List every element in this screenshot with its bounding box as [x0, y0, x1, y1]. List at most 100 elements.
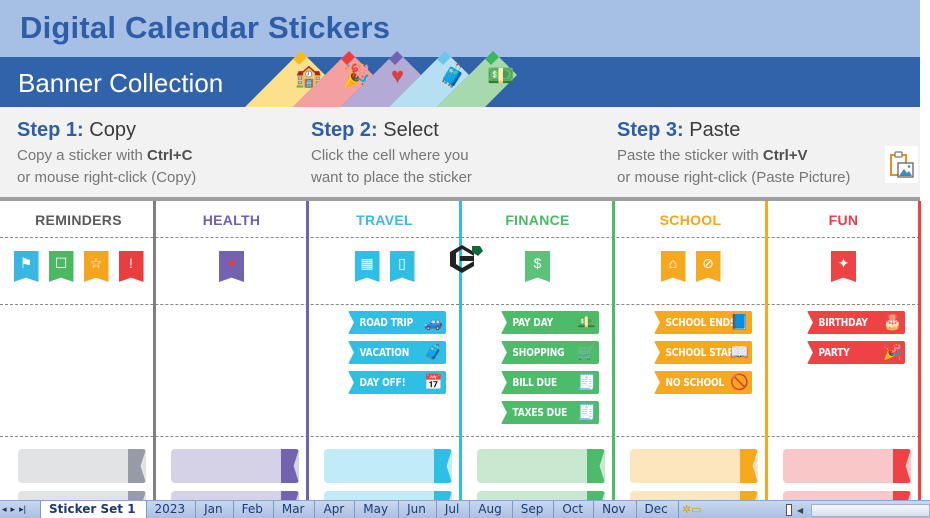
prev-sheet-button[interactable]: ◂ — [2, 502, 7, 516]
category-title: FINANCE — [505, 212, 570, 228]
banner-sticker[interactable]: NO SCHOOL 🚫 — [654, 371, 752, 394]
banner-tail — [434, 449, 452, 483]
step-3: Step 3: Paste Paste the sticker with Ctr… — [617, 119, 850, 189]
bill-icon: 🧾 — [577, 374, 596, 391]
sheet-tab-sep[interactable]: Sep — [513, 501, 555, 518]
banner-sticker-list: PAY DAY 💵 SHOPPING 🛒 BILL DUE 🧾 TAXES DUE 🧾 — [501, 311, 599, 424]
column-separator — [918, 201, 921, 504]
mini-sticker-row: ✦ — [767, 251, 920, 282]
party-popper-icon: ✦ — [837, 255, 850, 271]
blank-banner-sticker[interactable] — [171, 449, 299, 483]
calendar-icon: ▦ — [360, 255, 374, 271]
sheet-tab-2023[interactable]: 2023 — [147, 501, 197, 518]
step-label: Step 1: — [17, 119, 84, 141]
banner-label: BILL DUE — [512, 376, 558, 389]
paste-picture-icon — [889, 150, 914, 178]
heart-icon: ♥ — [227, 255, 236, 271]
cake-icon: 🎂 — [883, 314, 902, 331]
sheet-tab-jun[interactable]: Jun — [399, 501, 437, 518]
category-title: HEALTH — [202, 212, 261, 228]
sheet-tab-apr[interactable]: Apr — [315, 501, 356, 518]
step-1: Step 1: Copy Copy a sticker with Ctrl+C … — [17, 119, 196, 189]
mini-sticker[interactable]: ▯ — [389, 251, 415, 282]
blank-banner-sticker[interactable] — [783, 449, 911, 483]
banner-sticker[interactable]: TAXES DUE 🧾 — [501, 401, 599, 424]
mini-sticker[interactable]: ✦ — [831, 251, 856, 282]
sheet-tab-feb[interactable]: Feb — [234, 501, 274, 518]
blank-banner-sticker[interactable] — [477, 449, 605, 483]
banner-label: PAY DAY — [512, 316, 554, 329]
suitcase-icon: 🧳 — [424, 344, 443, 361]
cart-icon: 🛒 — [577, 344, 596, 361]
blank-banner-sticker[interactable] — [324, 449, 452, 483]
party-popper-icon: 🎉 — [883, 344, 902, 361]
banner-tail — [740, 449, 758, 483]
banner-sticker-list: ROAD TRIP 🚙 VACATION 🧳 DAY OFF! 📅 — [348, 311, 446, 394]
mini-sticker[interactable]: ☆ — [83, 251, 109, 282]
horizontal-scrollbar[interactable]: ◀ — [786, 503, 930, 517]
mini-sticker-row: ♥ — [155, 251, 308, 282]
checkbox-icon: ☐ — [54, 255, 68, 271]
blank-banner-sticker[interactable] — [630, 449, 758, 483]
insert-sheet-button[interactable]: ✲▭ — [679, 501, 705, 518]
flag-icon: ⚑ — [19, 255, 33, 271]
category-column-travel: TRAVEL ▦ ▯ ROAD TRIP 🚙 VACATION 🧳 DAY OFF! 📅 — [308, 201, 461, 518]
banner-tail — [281, 449, 299, 483]
sheet-tab-oct[interactable]: Oct — [554, 501, 595, 518]
school-building-icon: ⌂ — [668, 255, 678, 271]
shortcut-key: Ctrl+V — [762, 147, 808, 164]
step-text: want to place the sticker — [311, 169, 472, 186]
sheet-tab-jul[interactable]: Jul — [437, 501, 471, 518]
sheet-tab-jan[interactable]: Jan — [196, 501, 234, 518]
banner-tail — [587, 449, 605, 483]
mini-sticker[interactable]: ⌂ — [660, 251, 686, 282]
category-column-fun: FUN ✦ BIRTHDAY 🎂 PARTY 🎉 — [767, 201, 920, 518]
watermark-logo — [450, 245, 483, 273]
banner-sticker[interactable]: SCHOOL STARTS 📖 — [654, 341, 752, 364]
banner-sticker[interactable]: PARTY 🎉 — [807, 341, 905, 364]
last-sheet-button[interactable]: ▸| — [19, 502, 26, 516]
closed-book-icon: 📘 — [730, 314, 749, 331]
corner-flags-decoration: 🏫 🎉 ♥ 🧳 💵 — [245, 45, 565, 107]
banner-sticker[interactable]: DAY OFF! 📅 — [348, 371, 446, 394]
banner-sticker[interactable]: BIRTHDAY 🎂 — [807, 311, 905, 334]
mini-sticker[interactable]: ☐ — [48, 251, 74, 282]
step-label: Step 2: — [311, 119, 378, 141]
sheet-tab-sticker-set-1[interactable]: Sticker Set 1 — [40, 501, 147, 518]
banner-sticker[interactable]: SCHOOL ENDS 📘 — [654, 311, 752, 334]
step-2: Step 2: Select Click the cell where you … — [311, 119, 472, 189]
sheet-tab-mar[interactable]: Mar — [274, 501, 316, 518]
mini-sticker[interactable]: $ — [525, 251, 550, 282]
sheet-tab-nov[interactable]: Nov — [594, 501, 637, 518]
scrollbar-track[interactable] — [811, 503, 930, 517]
banner-label: SHOPPING — [512, 346, 565, 359]
mini-sticker[interactable]: ♥ — [219, 251, 244, 282]
banner-sticker[interactable]: VACATION 🧳 — [348, 341, 446, 364]
scroll-left-button[interactable]: ◀ — [797, 506, 811, 515]
mini-sticker[interactable]: ▦ — [354, 251, 380, 282]
banner-label: DAY OFF! — [359, 376, 406, 389]
paste-picture-button[interactable] — [885, 146, 918, 183]
money-icon: 💵 — [577, 314, 596, 331]
banner-sticker[interactable]: PAY DAY 💵 — [501, 311, 599, 334]
banner-sticker[interactable]: ROAD TRIP 🚙 — [348, 311, 446, 334]
tab-split-handle[interactable] — [786, 504, 792, 516]
mini-sticker[interactable]: ! — [118, 251, 144, 282]
sheet-tab-dec[interactable]: Dec — [637, 501, 679, 518]
banner-sticker[interactable]: BILL DUE 🧾 — [501, 371, 599, 394]
mini-sticker[interactable]: ⚑ — [13, 251, 39, 282]
sheet-tab-aug[interactable]: Aug — [470, 501, 513, 518]
sheet-tab-may[interactable]: May — [355, 501, 400, 518]
banner-sticker[interactable]: SHOPPING 🛒 — [501, 341, 599, 364]
bill-icon: 🧾 — [577, 404, 596, 421]
step-action: Select — [383, 119, 439, 141]
banner-label: BIRTHDAY — [818, 316, 868, 329]
category-column-school: SCHOOL ⌂ ⊘ SCHOOL ENDS 📘 SCHOOL STARTS 📖 NO SCH… — [614, 201, 767, 518]
category-title: REMINDERS — [35, 212, 122, 228]
mini-sticker-row: ⚑ ☐ ☆! — [2, 251, 155, 282]
blank-banner-sticker[interactable] — [18, 449, 146, 483]
mini-sticker[interactable]: ⊘ — [695, 251, 721, 282]
banner-label: SCHOOL ENDS — [665, 316, 737, 329]
next-sheet-button[interactable]: ▸ — [11, 502, 16, 516]
banner-label: ROAD TRIP — [359, 316, 414, 329]
